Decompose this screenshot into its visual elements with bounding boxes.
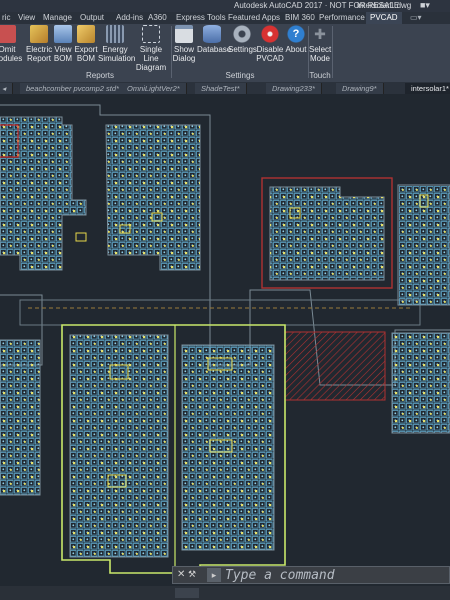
omit-modules-button[interactable]: Omit Modules <box>0 24 22 71</box>
settings-button[interactable]: Settings <box>228 24 257 71</box>
menu-item-manage[interactable]: Manage <box>43 13 72 22</box>
menu-item-featured-apps[interactable]: Featured Apps <box>228 13 280 22</box>
tab-shadetest[interactable]: ShadeTest* <box>195 83 247 94</box>
single-line-diagram-button[interactable]: Single Line Diagram <box>132 24 170 72</box>
panel-separator <box>332 26 333 78</box>
menu-item-a360[interactable]: A360 <box>148 13 167 22</box>
view-bom-icon <box>54 25 72 43</box>
command-prompt-icon[interactable]: ▸ <box>207 568 221 582</box>
single-line-diagram-icon <box>142 25 160 43</box>
show-dialog-button[interactable]: Show Dialog <box>172 24 196 71</box>
status-handle[interactable] <box>175 588 199 598</box>
status-bar <box>0 586 450 600</box>
energy-simulation-icon <box>106 25 124 43</box>
tab-omnilight[interactable]: OmniLightVer2* <box>121 83 187 94</box>
view-bom-button[interactable]: View BOM <box>52 24 74 71</box>
panel-label-settings: Settings <box>225 71 255 80</box>
panel-label-reports: Reports <box>85 71 114 80</box>
disable-icon <box>261 25 279 43</box>
solar-array-bottom-left <box>0 339 41 496</box>
select-mode-icon: ✚ <box>314 26 326 42</box>
menu-item-express-tools[interactable]: Express Tools <box>176 13 226 22</box>
close-icon[interactable]: ✕ <box>177 569 185 580</box>
menu-bar: ric View Manage Output Add-ins A360 Expr… <box>0 12 450 24</box>
command-line[interactable]: ✕ ⚒ ▸ Type a command <box>172 566 450 584</box>
solar-array-top-center <box>105 124 201 271</box>
document-tabs: ◂ beachcomber pvcomp2 std* OmniLightVer2… <box>0 82 450 94</box>
panel-label-touch: Touch <box>309 71 331 80</box>
hatched-area <box>284 331 386 401</box>
menu-item-add-ins[interactable]: Add-ins <box>116 13 143 22</box>
menu-item-electric[interactable]: ric <box>2 13 10 22</box>
tab-drawing233[interactable]: Drawing233* <box>266 83 322 94</box>
electric-report-button[interactable]: Electric Report <box>26 24 52 71</box>
settings-icon <box>233 25 251 43</box>
user-icon[interactable]: ■▾ <box>420 0 430 11</box>
title-bar: Autodesk AutoCAD 2017 · NOT FOR RESALE i… <box>0 0 450 12</box>
disable-pvcad-button[interactable]: Disable PVCAD <box>256 24 284 71</box>
menu-item-pvcad[interactable]: PVCAD <box>366 12 402 24</box>
omit-modules-icon <box>0 25 16 43</box>
tab-scroll-left[interactable]: ◂ <box>0 83 13 94</box>
wrench-icon[interactable]: ⚒ <box>188 569 196 580</box>
solar-array-bottom-right <box>391 332 450 434</box>
menu-item-bim360[interactable]: BIM 360 <box>285 13 315 22</box>
select-mode-button[interactable]: ✚ Select Mode <box>309 24 331 71</box>
menu-item-performance[interactable]: Performance <box>319 13 365 22</box>
export-bom-icon <box>77 25 95 43</box>
electric-report-icon <box>30 25 48 43</box>
show-dialog-icon <box>175 25 193 43</box>
energy-simulation-button[interactable]: Energy Simulation <box>98 24 135 71</box>
export-bom-button[interactable]: Export BOM <box>74 24 98 71</box>
tab-drawing9[interactable]: Drawing9* <box>336 83 384 94</box>
menu-item-view[interactable]: View <box>18 13 35 22</box>
drawing-canvas[interactable] <box>0 95 450 600</box>
database-button[interactable]: Database <box>197 24 231 71</box>
database-icon <box>203 25 221 43</box>
file-name: intersolar1.dwg <box>357 1 412 10</box>
command-input[interactable]: Type a command <box>225 567 335 584</box>
tab-beachcomber[interactable]: beachcomber pvcomp2 std* <box>20 83 126 94</box>
about-icon: ? <box>287 25 305 43</box>
about-button[interactable]: ? About <box>285 24 307 71</box>
tab-intersolar1[interactable]: intersolar1* <box>405 83 450 94</box>
menu-item-output[interactable]: Output <box>80 13 104 22</box>
ribbon: Omit Modules Electric Report View BOM Ex… <box>0 24 450 82</box>
ribbon-toggle-icon[interactable]: ▭▾ <box>410 13 422 22</box>
